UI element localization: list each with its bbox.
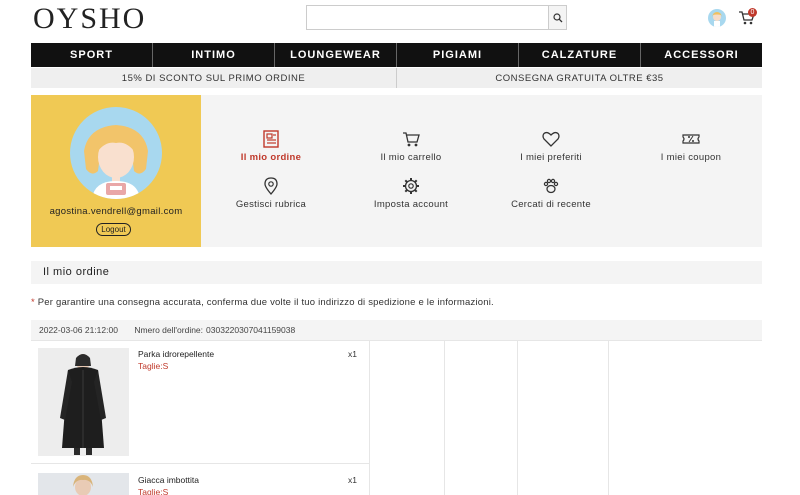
search-box [306, 5, 567, 30]
nav-item-calzature[interactable]: CALZATURE [519, 43, 641, 67]
column-divider [608, 341, 609, 495]
order-item-row[interactable]: Parka idrorepellente Taglie:S x1 [31, 341, 370, 463]
menu-item-recent-searches[interactable]: Cercati di recente [481, 176, 621, 210]
product-size: Taglie:S [138, 487, 169, 495]
menu-label-coupons: I miei coupon [660, 152, 722, 163]
order-products-column: Parka idrorepellente Taglie:S x1 Giacca … [31, 341, 370, 495]
nav-item-sport[interactable]: SPORT [31, 43, 153, 67]
logout-button[interactable]: Logout [96, 223, 131, 236]
search-button[interactable] [548, 6, 566, 29]
location-pin-icon [264, 177, 278, 195]
product-name[interactable]: Giacca imbottita [138, 475, 199, 485]
search-input[interactable] [307, 6, 548, 29]
header: OYSHO 0 [0, 0, 800, 43]
menu-label-my-order: Il mio ordine [240, 152, 302, 163]
menu-label-recent-searches: Cercati di recente [511, 199, 591, 210]
avatar [70, 107, 162, 199]
promo-discount: 15% DI SCONTO SUL PRIMO ORDINE [31, 68, 397, 88]
shipping-notice: * Per garantire una consegna accurata, c… [31, 297, 494, 308]
main-nav: SPORT INTIMO LOUNGEWEAR PIGIAMI CALZATUR… [31, 43, 762, 67]
nav-item-loungewear[interactable]: LOUNGEWEAR [275, 43, 397, 67]
promo-free-shipping: CONSEGNA GRATUITA OLTRE €35 [495, 72, 664, 84]
menu-item-my-cart[interactable]: Il mio carrello [341, 129, 481, 163]
user-avatar-icon[interactable] [708, 9, 726, 27]
product-quantity: x1 [348, 475, 357, 485]
promo-bar: 15% DI SCONTO SUL PRIMO ORDINE CONSEGNA … [31, 68, 762, 88]
gear-icon [403, 178, 419, 194]
brand-logo[interactable]: OYSHO [33, 2, 146, 36]
product-image[interactable] [38, 473, 129, 495]
section-title: Il mio ordine [31, 261, 762, 284]
order-number: 0303220307041159038 [206, 325, 296, 335]
notice-text: Per garantire una consegna accurata, con… [34, 297, 494, 308]
account-menu: Il mio ordine Il mio carrello I miei pre… [201, 95, 762, 247]
paw-icon [543, 178, 559, 194]
menu-item-account-settings[interactable]: Imposta account [341, 176, 481, 210]
menu-label-address-book: Gestisci rubrica [235, 199, 307, 210]
menu-label-favorites: I miei preferiti [520, 152, 582, 163]
order-items: Parka idrorepellente Taglie:S x1 Giacca … [31, 340, 762, 495]
menu-label-account-settings: Imposta account [373, 199, 449, 210]
menu-item-address-book[interactable]: Gestisci rubrica [201, 176, 341, 210]
column-divider [517, 341, 518, 495]
heart-icon [542, 131, 560, 147]
order-icon [263, 130, 279, 148]
nav-item-accessori[interactable]: ACCESSORI [641, 43, 762, 67]
nav-item-intimo[interactable]: INTIMO [153, 43, 275, 67]
menu-item-my-order[interactable]: Il mio ordine [201, 129, 341, 163]
order-header: 2022-03-06 21:12:00 Nmero dell'ordine: 03… [31, 320, 762, 340]
menu-item-coupons[interactable]: I miei coupon [621, 129, 761, 163]
order-item-row[interactable]: Giacca imbottita Taglie:S x1 [31, 464, 370, 495]
nav-item-pigiami[interactable]: PIGIAMI [397, 43, 519, 67]
cart-icon [403, 132, 420, 147]
search-icon [552, 12, 562, 22]
menu-item-favorites[interactable]: I miei preferiti [481, 129, 621, 163]
order-date: 2022-03-06 21:12:00 [39, 325, 118, 335]
product-size: Taglie:S [138, 361, 169, 371]
profile-email: agostina.vendrell@gmail.com [49, 206, 183, 217]
order-number-label: Nmero dell'ordine: [134, 325, 204, 335]
product-name[interactable]: Parka idrorepellente [138, 349, 214, 359]
coupon-icon [682, 134, 700, 144]
menu-label-my-cart: Il mio carrello [380, 152, 442, 163]
product-quantity: x1 [348, 349, 357, 359]
profile-card: agostina.vendrell@gmail.com Logout [31, 95, 201, 247]
cart-count-badge: 0 [748, 8, 757, 17]
column-divider [444, 341, 445, 495]
product-image[interactable] [38, 348, 129, 456]
